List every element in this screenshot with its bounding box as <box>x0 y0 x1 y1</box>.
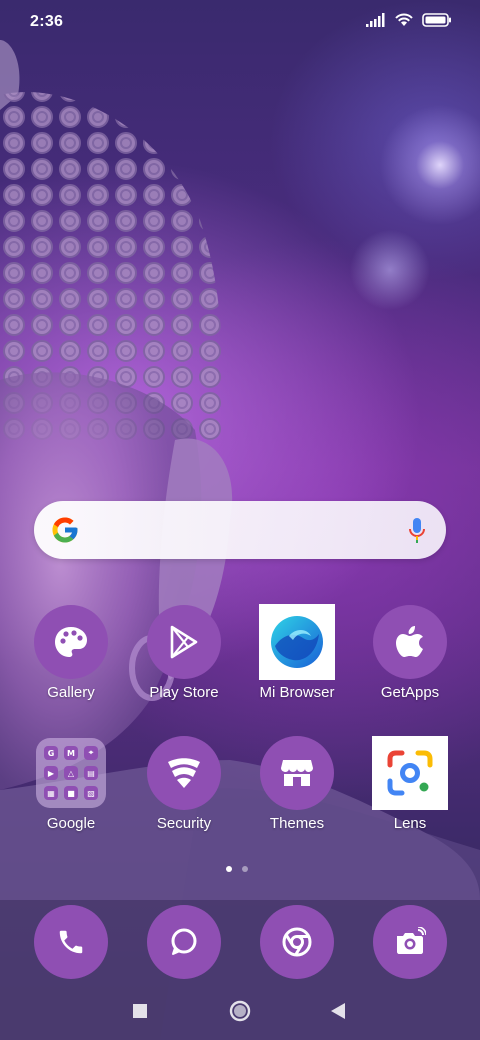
navigation-bar <box>0 990 480 1040</box>
status-icons <box>366 12 452 27</box>
microphone-icon[interactable] <box>408 517 426 545</box>
status-time: 2:36 <box>30 13 64 30</box>
mini-youtube-icon: ▶ <box>44 766 58 780</box>
page-dot[interactable] <box>242 866 248 872</box>
app-label: Lens <box>393 815 427 832</box>
mini-photos-icon: ▦ <box>44 786 58 800</box>
mini-google-icon: G <box>44 746 58 760</box>
home-button[interactable] <box>228 999 252 1023</box>
battery-icon <box>422 12 451 27</box>
status-bar: 2:36 <box>0 0 480 44</box>
play-store-icon <box>147 605 221 679</box>
app-play-store[interactable]: Play Store <box>129 605 239 725</box>
app-label: Google <box>46 815 96 832</box>
signal-icon <box>366 12 385 27</box>
dock-chrome[interactable] <box>260 905 334 979</box>
app-label: Gallery <box>47 684 95 701</box>
app-themes[interactable]: Themes <box>242 736 352 856</box>
google-folder-icon: G M ⌖ ▶ △ ▤ ▦ ■ ▧ <box>36 738 106 808</box>
home-screen: 2:36 Gallery Play Store Mi Browser GetAp… <box>0 0 480 1040</box>
app-gallery[interactable]: Gallery <box>16 605 126 725</box>
mini-gmail-icon: M <box>64 746 78 760</box>
dock-messages[interactable] <box>147 905 221 979</box>
square-icon <box>133 1004 147 1018</box>
back-button[interactable] <box>328 1001 348 1021</box>
wifi-icon <box>395 13 413 26</box>
mini-news-icon: ▧ <box>84 786 98 800</box>
mini-drive-icon: △ <box>64 766 78 780</box>
camera-icon <box>397 927 426 954</box>
app-label: Themes <box>269 815 325 832</box>
app-mi-browser[interactable]: Mi Browser <box>242 604 352 725</box>
store-icon <box>260 736 334 810</box>
app-google-folder[interactable]: G M ⌖ ▶ △ ▤ ▦ ■ ▧ Google <box>16 736 126 856</box>
page-indicator <box>226 866 248 872</box>
recents-button[interactable] <box>130 1001 150 1021</box>
google-g-icon <box>52 517 78 543</box>
google-lens-icon <box>372 736 448 810</box>
phone-icon <box>59 930 83 954</box>
chrome-icon <box>282 927 312 957</box>
mi-browser-icon <box>259 604 335 680</box>
security-shield-icon <box>147 736 221 810</box>
messages-icon <box>171 928 197 955</box>
app-label: Security <box>156 815 212 832</box>
dock-camera[interactable] <box>373 905 447 979</box>
google-search-bar[interactable] <box>34 501 446 559</box>
app-getapps[interactable]: GetApps <box>355 605 465 725</box>
mini-calendar-icon: ▤ <box>84 766 98 780</box>
app-security[interactable]: Security <box>129 736 239 856</box>
palette-icon <box>34 605 108 679</box>
apple-icon <box>373 605 447 679</box>
folder-mini-grid: G M ⌖ ▶ △ ▤ ▦ ■ ▧ <box>44 746 98 800</box>
back-triangle-icon <box>331 1003 345 1019</box>
dock-phone[interactable] <box>34 905 108 979</box>
page-dot-active[interactable] <box>226 866 232 872</box>
circle-icon <box>229 1000 251 1022</box>
mini-meet-icon: ■ <box>64 786 78 800</box>
app-label: GetApps <box>380 684 440 701</box>
mini-maps-icon: ⌖ <box>84 746 98 760</box>
app-lens[interactable]: Lens <box>355 736 465 856</box>
app-label: Mi Browser <box>259 684 335 701</box>
app-label: Play Store <box>149 684 219 701</box>
